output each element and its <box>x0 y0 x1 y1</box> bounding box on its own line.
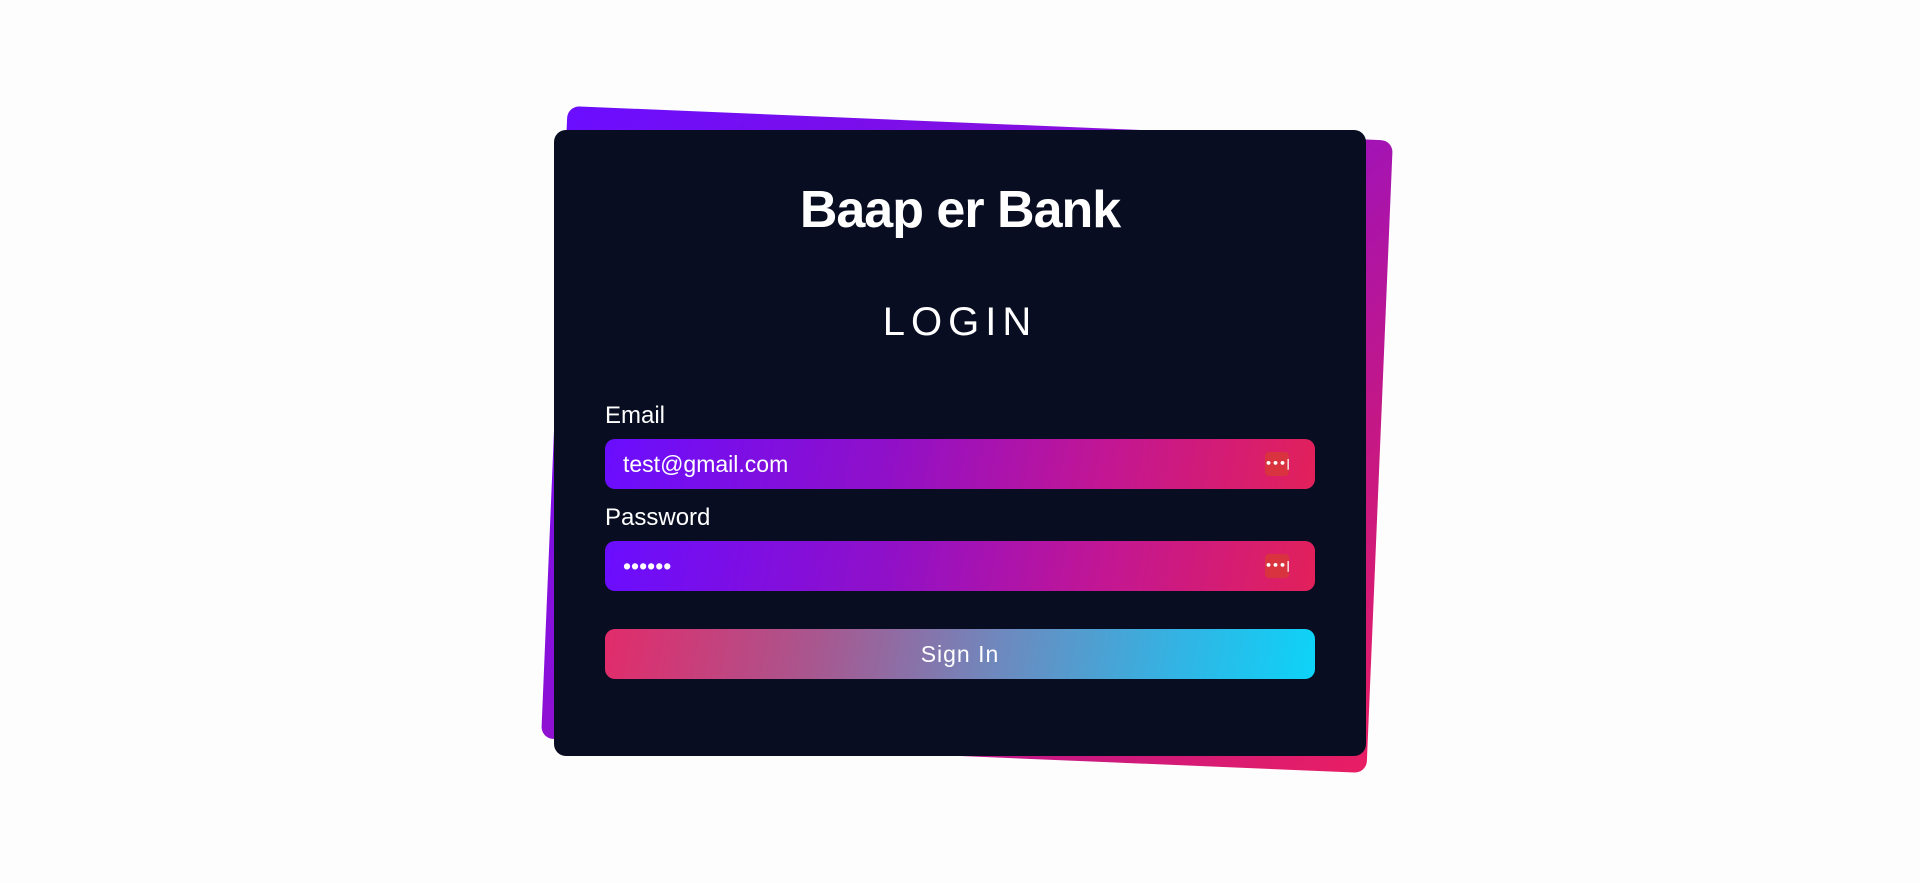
bank-title: Baap er Bank <box>799 181 1121 239</box>
password-label: Password <box>605 504 711 531</box>
email-label: Email <box>605 402 666 429</box>
password-field-container: •••| <box>605 541 1315 591</box>
login-heading: LOGIN <box>882 300 1038 344</box>
password-manager-icon[interactable]: •••| <box>1265 554 1290 578</box>
email-field-container: •••| <box>605 439 1315 489</box>
password-field[interactable] <box>605 541 1245 591</box>
page: Baap er Bank LOGIN Email •••| Password •… <box>0 0 1920 883</box>
email-field[interactable] <box>605 439 1245 489</box>
password-manager-icon[interactable]: •••| <box>1265 452 1290 476</box>
sign-in-button[interactable]: Sign In <box>605 629 1315 679</box>
login-card: Baap er Bank LOGIN Email •••| Password •… <box>554 130 1366 756</box>
